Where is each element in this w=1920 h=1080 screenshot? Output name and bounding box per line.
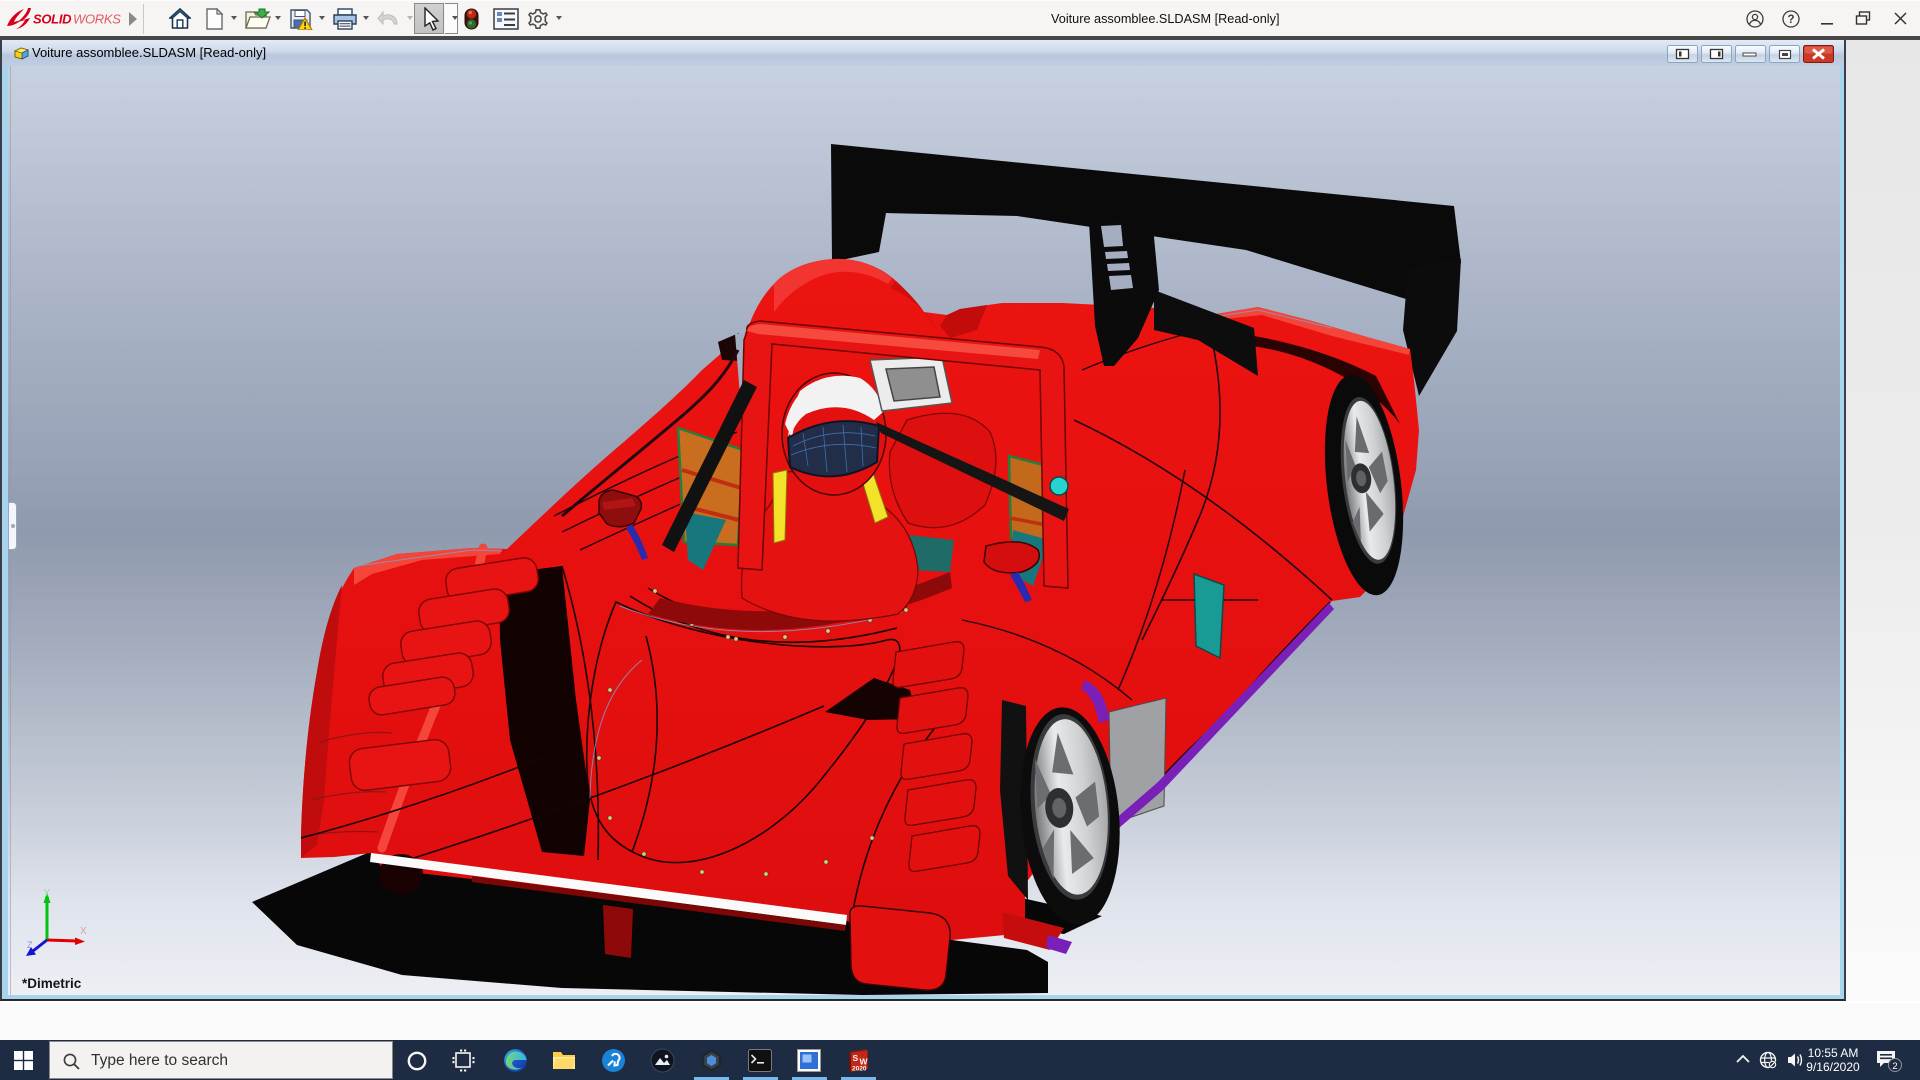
svg-text:SOLID: SOLID [33,12,72,27]
svg-text:Y: Y [44,888,51,899]
svg-text:?: ? [1787,14,1794,26]
svg-text:2020: 2020 [852,1066,867,1073]
svg-text:X: X [80,926,87,937]
svg-text:Z: Z [27,940,33,950]
svg-text:2: 2 [1892,1061,1897,1072]
svg-text:S: S [853,1053,859,1063]
svg-text:WORKS: WORKS [73,12,121,27]
